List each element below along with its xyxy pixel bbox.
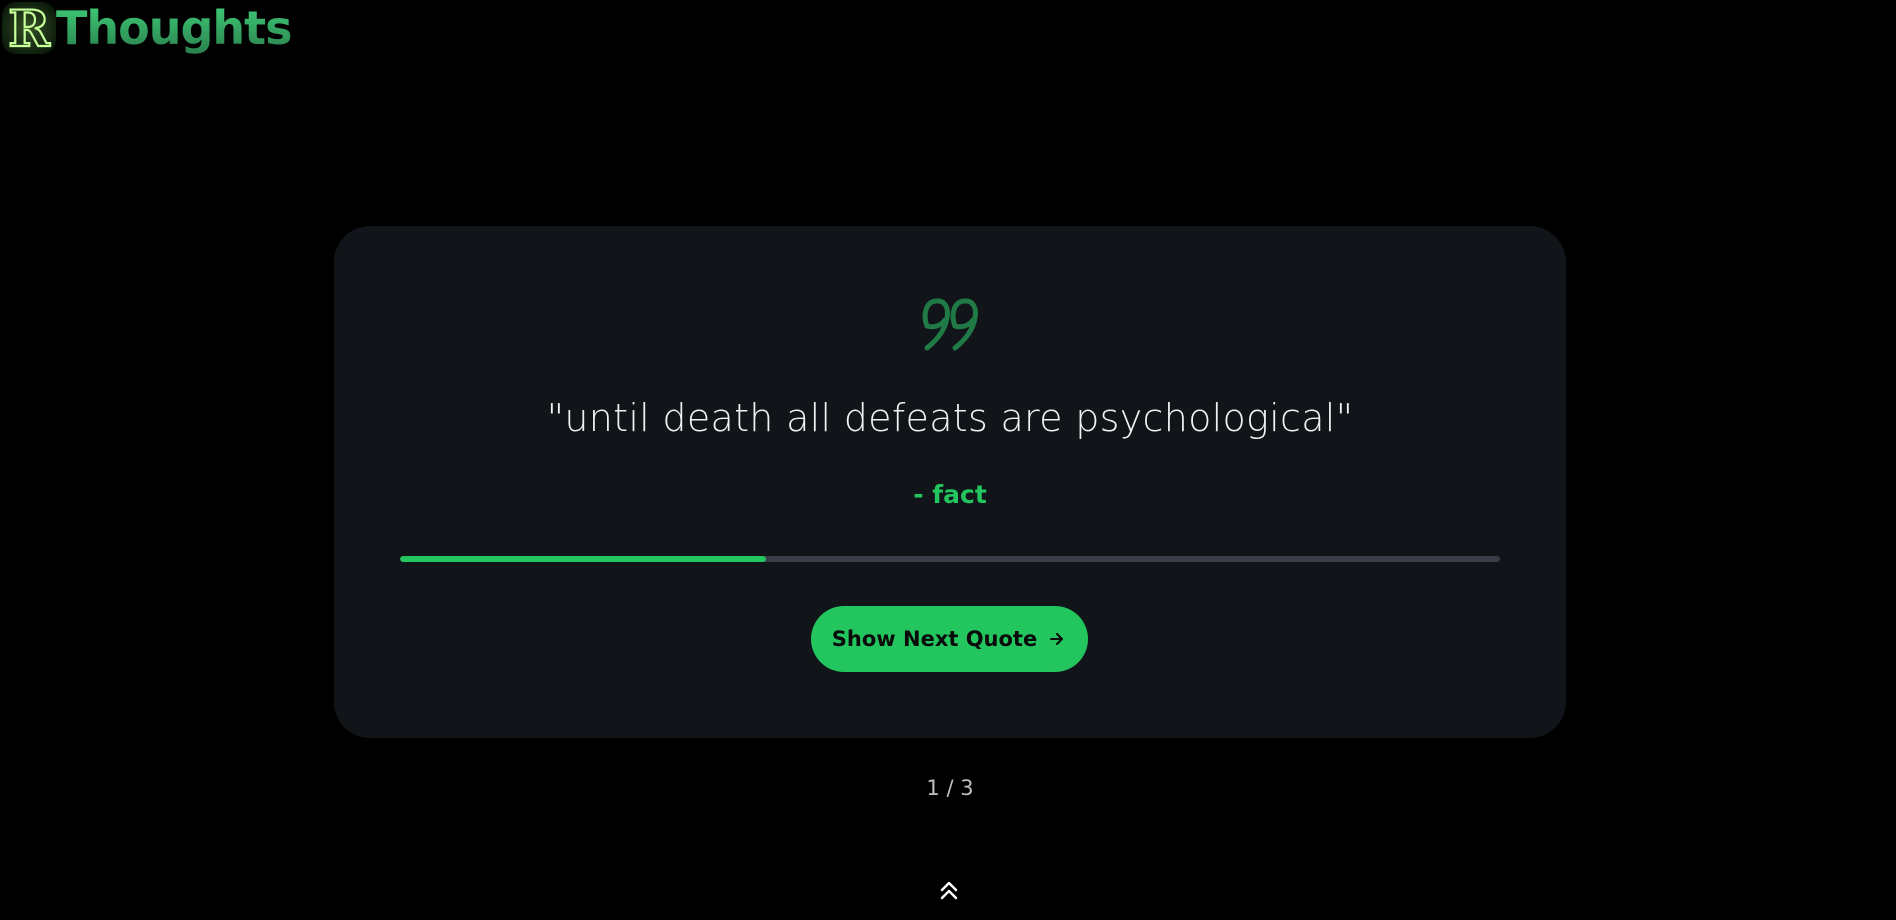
quote-counter: 1 / 3: [926, 776, 974, 800]
page: R Thoughts "until death all defeats are …: [0, 0, 1896, 920]
logo-icon: R: [2, 0, 56, 56]
quote-progress-bar: [400, 556, 1500, 562]
quote-text: "until death all defeats are psychologic…: [546, 396, 1354, 440]
quote-icon: [922, 298, 978, 351]
show-next-quote-button[interactable]: Show Next Quote: [811, 606, 1088, 672]
quote-author: - fact: [913, 480, 987, 509]
show-next-quote-label: Show Next Quote: [831, 627, 1038, 651]
quote-progress-fill: [400, 556, 767, 562]
logo-letter: R: [8, 0, 50, 56]
brand-logo-link[interactable]: R Thoughts: [0, 0, 293, 56]
arrow-right-icon: [1050, 633, 1064, 645]
double-chevron-up-icon[interactable]: [935, 876, 963, 904]
brand-name: Thoughts: [56, 1, 293, 55]
